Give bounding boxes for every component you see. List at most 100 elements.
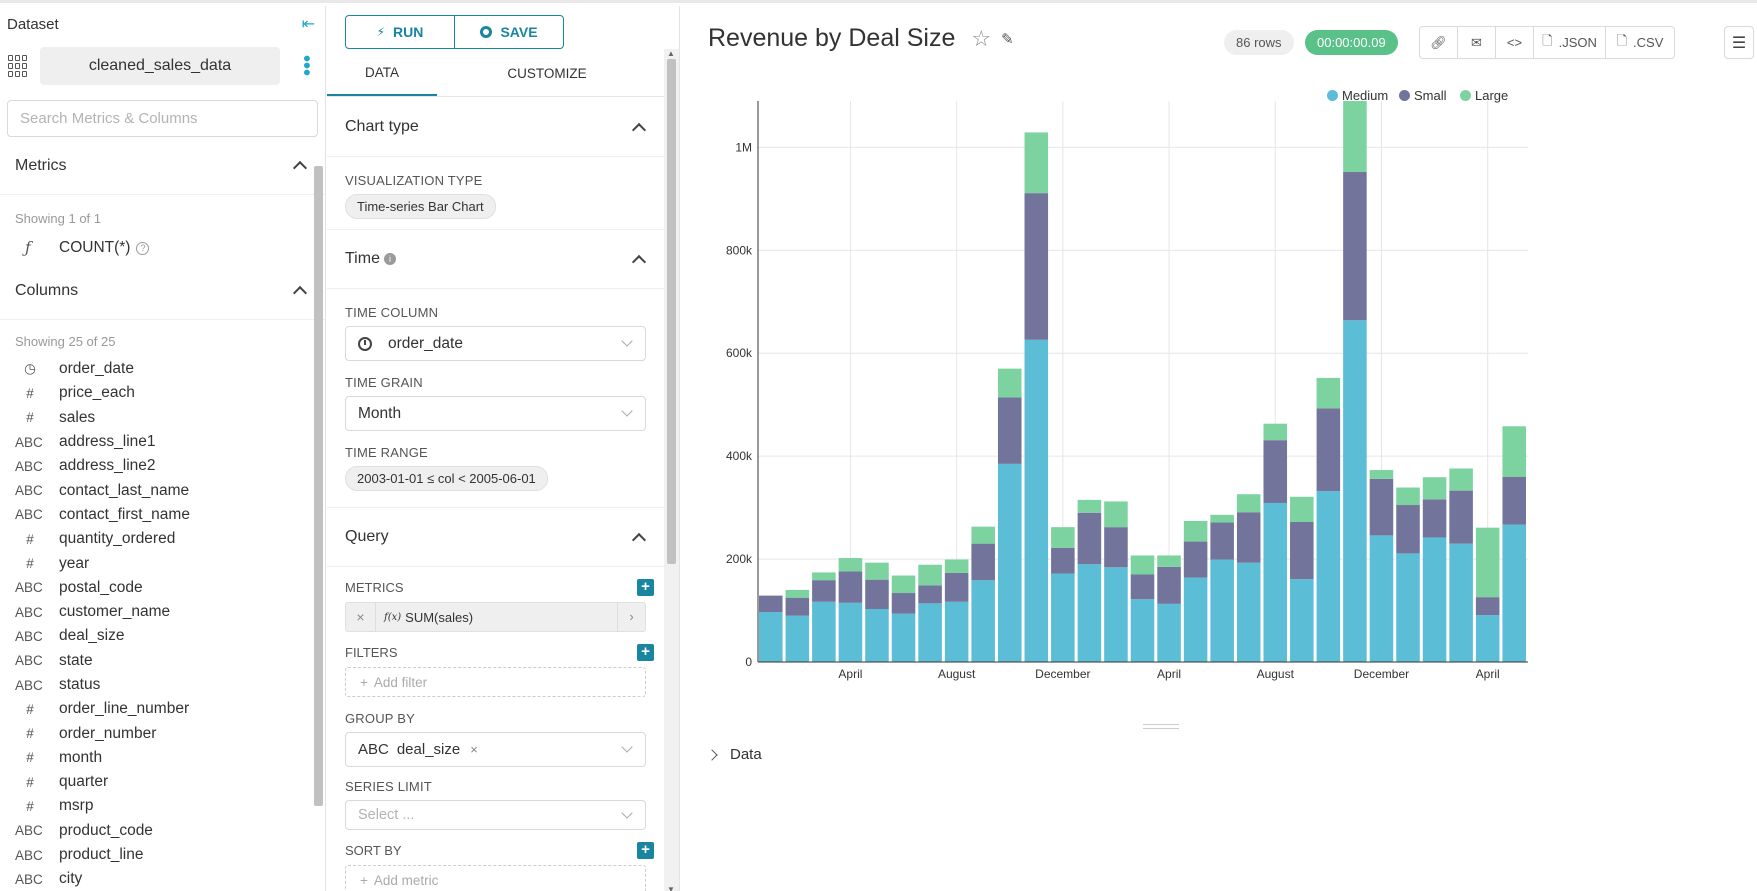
bar-small[interactable]: [971, 543, 995, 581]
bar-small[interactable]: [1475, 597, 1500, 616]
bar-medium[interactable]: [1290, 579, 1314, 662]
column-item-status[interactable]: ABC status: [0, 673, 325, 697]
bar-large[interactable]: [918, 564, 942, 586]
bar-small[interactable]: [785, 597, 810, 616]
series-limit-select[interactable]: Select ...: [345, 800, 646, 830]
bar-large[interactable]: [1396, 487, 1420, 506]
chevron-up-icon[interactable]: [292, 285, 308, 301]
bar-small[interactable]: [1290, 522, 1314, 580]
bar-small[interactable]: [1263, 440, 1288, 503]
bar-large[interactable]: [1263, 423, 1288, 441]
bar-small[interactable]: [1077, 512, 1102, 565]
bar-small[interactable]: [1369, 478, 1394, 536]
bar-medium[interactable]: [1130, 599, 1155, 662]
bar-large[interactable]: [1077, 499, 1102, 513]
bar-large[interactable]: [1210, 514, 1234, 523]
bar-large[interactable]: [1130, 555, 1155, 575]
metric-item[interactable]: ƒ COUNT(*) ?: [0, 234, 325, 262]
bar-small[interactable]: [1236, 512, 1261, 563]
bar-large[interactable]: [1369, 470, 1394, 479]
chevron-up-icon[interactable]: [292, 160, 308, 176]
bar-large[interactable]: [1449, 468, 1473, 491]
column-item-price-each[interactable]: # price_each: [0, 381, 325, 405]
metric-sum-sales[interactable]: × f(x) SUM(sales) ›: [345, 602, 646, 632]
bar-medium[interactable]: [1157, 603, 1181, 662]
scroll-up-icon[interactable]: ▲: [667, 49, 675, 58]
bar-medium[interactable]: [1475, 615, 1500, 662]
bar-large[interactable]: [1502, 426, 1526, 477]
time-column-select[interactable]: order_date: [345, 326, 646, 361]
bar-medium[interactable]: [1024, 339, 1049, 662]
add-filter-button[interactable]: +: [637, 644, 654, 661]
column-item-state[interactable]: ABC state: [0, 649, 325, 673]
search-metrics-columns-input[interactable]: Search Metrics & Columns: [7, 100, 318, 137]
bar-large[interactable]: [838, 558, 863, 572]
metrics-section-header[interactable]: Metrics: [0, 137, 325, 195]
bar-small[interactable]: [1104, 527, 1128, 568]
tab-customize[interactable]: CUSTOMIZE: [437, 51, 657, 96]
bar-small[interactable]: [1210, 522, 1234, 560]
bar-large[interactable]: [891, 575, 916, 594]
column-item-city[interactable]: ABC city: [0, 867, 325, 891]
bar-small[interactable]: [891, 593, 916, 614]
collapse-panel-icon[interactable]: ⇤: [302, 14, 315, 34]
bar-large[interactable]: [1343, 101, 1367, 173]
tab-data[interactable]: DATA: [327, 51, 437, 96]
bar-medium[interactable]: [1263, 502, 1288, 662]
chevron-up-icon[interactable]: [631, 122, 647, 137]
bar-medium[interactable]: [1104, 567, 1128, 662]
bar-medium[interactable]: [1502, 524, 1526, 662]
column-item-order-number[interactable]: # order_number: [0, 721, 325, 745]
bar-medium[interactable]: [1449, 543, 1473, 662]
column-item-sales[interactable]: # sales: [0, 406, 325, 430]
column-item-product-code[interactable]: ABC product_code: [0, 819, 325, 843]
bar-large[interactable]: [1157, 555, 1181, 567]
viz-type-selector[interactable]: Time-series Bar Chart: [345, 194, 496, 219]
bar-large[interactable]: [1316, 377, 1341, 409]
bar-small[interactable]: [1130, 574, 1155, 600]
scrollbar-thumb[interactable]: [667, 59, 676, 564]
time-range-selector[interactable]: 2003-01-01 ≤ col < 2005-06-01: [345, 466, 548, 491]
add-sort-metric-field[interactable]: + Add metric: [345, 865, 646, 891]
bar-small[interactable]: [838, 571, 863, 603]
dataset-menu-icon[interactable]: •••: [294, 55, 317, 76]
query-section-header[interactable]: Query: [327, 507, 664, 567]
remove-tag-icon[interactable]: ×: [470, 742, 478, 757]
bar-large[interactable]: [997, 368, 1022, 398]
bar-large[interactable]: [944, 559, 969, 573]
bar-medium[interactable]: [785, 615, 810, 662]
bar-medium[interactable]: [865, 608, 889, 662]
bar-small[interactable]: [759, 595, 783, 613]
bar-large[interactable]: [812, 572, 836, 581]
save-button[interactable]: SAVE: [455, 16, 563, 48]
column-item-product-line[interactable]: ABC product_line: [0, 843, 325, 867]
bar-large[interactable]: [1104, 501, 1128, 528]
bar-small[interactable]: [944, 572, 969, 602]
columns-section-header[interactable]: Columns: [0, 262, 325, 320]
bar-large[interactable]: [1422, 477, 1447, 500]
bar-small[interactable]: [812, 580, 836, 602]
column-item-address-line2[interactable]: ABC address_line2: [0, 454, 325, 478]
column-item-contact-first-name[interactable]: ABC contact_first_name: [0, 503, 325, 527]
bar-small[interactable]: [865, 579, 889, 609]
bar-medium[interactable]: [1343, 320, 1367, 662]
column-item-address-line1[interactable]: ABC address_line1: [0, 430, 325, 454]
group-by-tag[interactable]: ABC deal_size ×: [358, 741, 478, 758]
bar-medium[interactable]: [944, 601, 969, 662]
bar-small[interactable]: [918, 585, 942, 604]
bar-medium[interactable]: [891, 613, 916, 662]
bar-large[interactable]: [1051, 527, 1075, 548]
bar-small[interactable]: [1183, 541, 1208, 578]
bar-small[interactable]: [1316, 408, 1341, 492]
column-item-msrp[interactable]: # msrp: [0, 794, 325, 818]
bar-medium[interactable]: [1396, 553, 1420, 662]
column-item-contact-last-name[interactable]: ABC contact_last_name: [0, 478, 325, 502]
bar-medium[interactable]: [971, 580, 995, 662]
bar-large[interactable]: [1024, 132, 1049, 194]
bar-small[interactable]: [1024, 193, 1049, 340]
time-section-header[interactable]: Time i: [327, 229, 664, 289]
help-icon[interactable]: ?: [136, 241, 150, 255]
bar-large[interactable]: [785, 589, 810, 598]
column-item-deal-size[interactable]: ABC deal_size: [0, 624, 325, 648]
resize-handle[interactable]: [1143, 724, 1179, 729]
